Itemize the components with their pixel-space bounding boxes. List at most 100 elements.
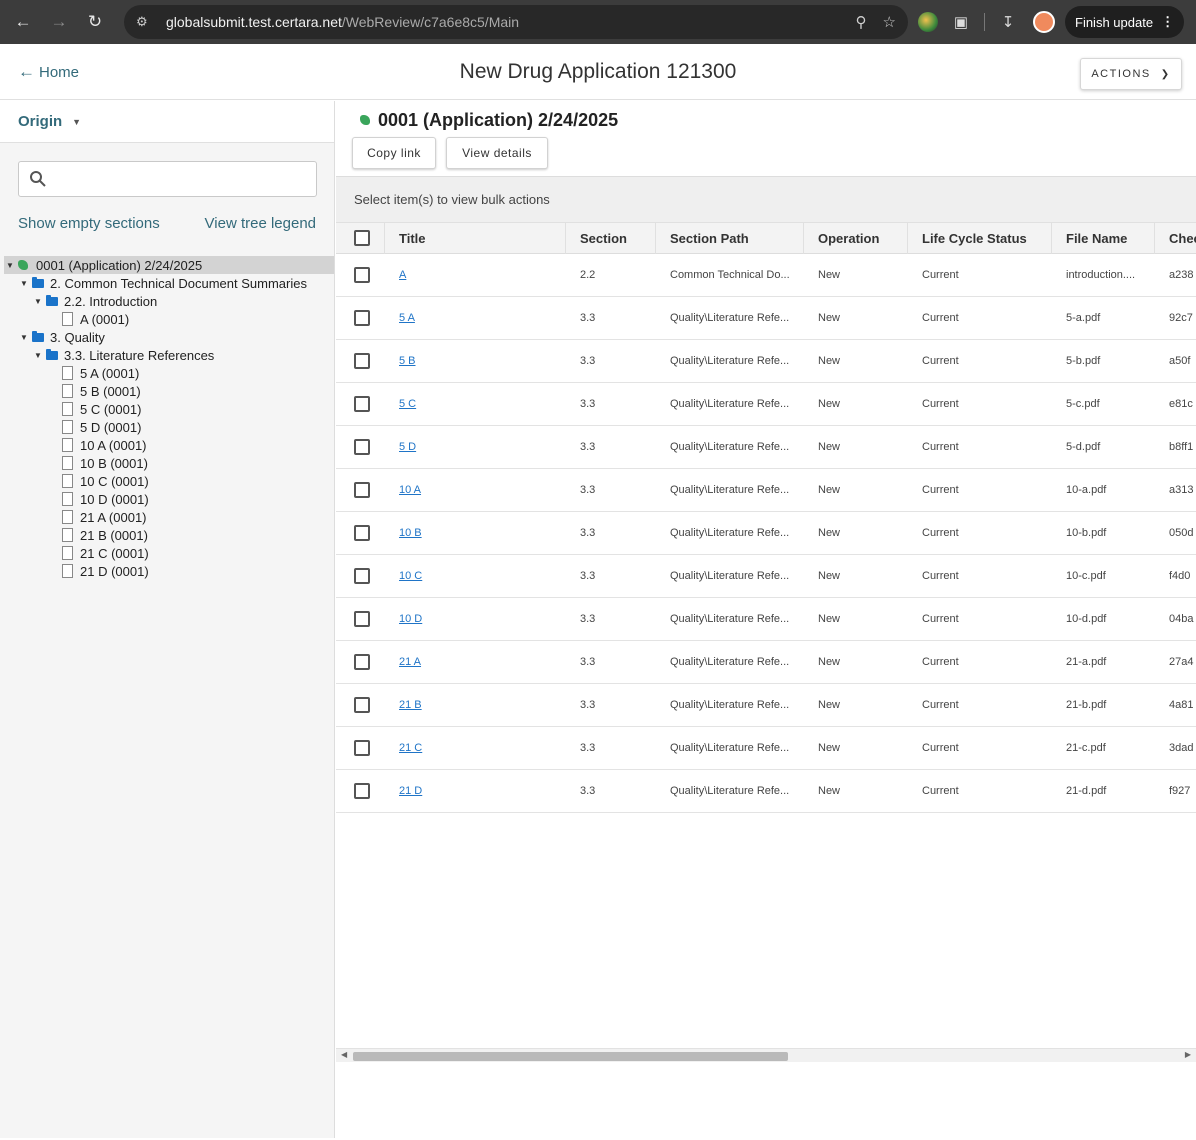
tree-node-document[interactable]: 10 B (0001) [0, 454, 334, 472]
table-row[interactable]: A 2.2 Common Technical Do... New Current intr… [336, 254, 1196, 297]
column-header-title[interactable]: Title [385, 222, 566, 254]
forward-icon[interactable]: → [44, 7, 74, 37]
tree-node-document[interactable]: 21 D (0001) [0, 562, 334, 580]
cell-text: New [818, 527, 841, 539]
finish-update-button[interactable]: Finish update ⋮ [1065, 6, 1185, 38]
row-checkbox[interactable] [354, 439, 370, 455]
tree-node-document[interactable]: 5 B (0001) [0, 382, 334, 400]
table-row[interactable]: 10 C 3.3 Quality\Literature Refe... New Curr… [336, 555, 1196, 598]
column-header-checksum[interactable]: Chec [1155, 222, 1196, 254]
document-title-link[interactable]: 21 A [399, 656, 421, 668]
show-empty-sections-link[interactable]: Show empty sections [18, 215, 160, 232]
tree-search-input[interactable] [18, 161, 317, 197]
tree-node-document[interactable]: 10 C (0001) [0, 472, 334, 490]
row-checkbox[interactable] [354, 525, 370, 541]
document-title-link[interactable]: 5 A [399, 312, 415, 324]
origin-dropdown[interactable]: Origin ▼ [0, 101, 334, 143]
tree-node-section[interactable]: ▼ 2.2. Introduction [0, 292, 334, 310]
profile-avatar[interactable] [1033, 11, 1055, 33]
tree-node-document[interactable]: 5 A (0001) [0, 364, 334, 382]
tree-node-section[interactable]: ▼ 2. Common Technical Document Summaries [0, 274, 334, 292]
reload-icon[interactable]: ↻ [80, 7, 110, 37]
tree-node-document[interactable]: 21 B (0001) [0, 526, 334, 544]
expand-toggle-icon[interactable]: ▼ [18, 333, 30, 342]
document-title-link[interactable]: 10 B [399, 527, 422, 539]
more-menu-icon[interactable]: ⋮ [1161, 14, 1174, 30]
download-icon[interactable]: ↧ [995, 9, 1021, 35]
row-checkbox[interactable] [354, 611, 370, 627]
expand-toggle-icon[interactable]: ▼ [32, 297, 44, 306]
document-title-link[interactable]: 5 D [399, 441, 416, 453]
view-tree-legend-link[interactable]: View tree legend [205, 215, 316, 232]
back-icon[interactable]: ← [8, 7, 38, 37]
document-title-link[interactable]: 10 C [399, 570, 422, 582]
table-row[interactable]: 5 D 3.3 Quality\Literature Refe... New Curre… [336, 426, 1196, 469]
document-title-link[interactable]: 5 C [399, 398, 416, 410]
column-header-section[interactable]: Section [566, 222, 656, 254]
row-checkbox[interactable] [354, 740, 370, 756]
home-label: Home [39, 63, 80, 81]
tree-node-document[interactable]: 5 C (0001) [0, 400, 334, 418]
row-checkbox[interactable] [354, 654, 370, 670]
column-header-file-name[interactable]: File Name [1052, 222, 1155, 254]
column-header-life-cycle-status[interactable]: Life Cycle Status [908, 222, 1052, 254]
tree-node-document[interactable]: 5 D (0001) [0, 418, 334, 436]
view-details-button[interactable]: View details [446, 137, 548, 169]
column-header-operation[interactable]: Operation [804, 222, 908, 254]
cell-section: 3.3 [566, 699, 656, 711]
document-title-link[interactable]: 21 C [399, 742, 422, 754]
extension-icon[interactable] [918, 12, 938, 32]
expand-toggle-icon[interactable]: ▼ [32, 351, 44, 360]
row-checkbox[interactable] [354, 267, 370, 283]
scroll-right-icon[interactable]: ▶ [1185, 1050, 1191, 1059]
scroll-left-icon[interactable]: ◀ [341, 1050, 347, 1059]
table-row[interactable]: 21 D 3.3 Quality\Literature Refe... New Curr… [336, 770, 1196, 813]
home-link[interactable]: ← Home [18, 62, 79, 82]
table-row[interactable]: 5 A 3.3 Quality\Literature Refe... New Curre… [336, 297, 1196, 340]
document-title-link[interactable]: 21 D [399, 785, 422, 797]
column-header-section-path[interactable]: Section Path [656, 222, 804, 254]
tree-node-document[interactable]: 10 A (0001) [0, 436, 334, 454]
tree-node-document[interactable]: 21 A (0001) [0, 508, 334, 526]
tree-node-document[interactable]: 10 D (0001) [0, 490, 334, 508]
table-row[interactable]: 10 B 3.3 Quality\Literature Refe... New Curr… [336, 512, 1196, 555]
tree-node-label: 21 D (0001) [80, 563, 149, 579]
tree-node-document[interactable]: 21 C (0001) [0, 544, 334, 562]
row-checkbox[interactable] [354, 482, 370, 498]
row-checkbox[interactable] [354, 783, 370, 799]
table-row[interactable]: 10 D 3.3 Quality\Literature Refe... New Curr… [336, 598, 1196, 641]
tree-node-section[interactable]: ▼ 3. Quality [0, 328, 334, 346]
document-title-link[interactable]: 10 D [399, 613, 422, 625]
row-checkbox[interactable] [354, 353, 370, 369]
document-title-link[interactable]: 5 B [399, 355, 416, 367]
scrollbar-thumb[interactable] [353, 1052, 788, 1061]
copy-link-button[interactable]: Copy link [352, 137, 436, 169]
row-checkbox[interactable] [354, 697, 370, 713]
bookmark-star-icon[interactable]: ☆ [883, 13, 896, 31]
table-row[interactable]: 5 B 3.3 Quality\Literature Refe... New Curre… [336, 340, 1196, 383]
row-checkbox[interactable] [354, 568, 370, 584]
table-row[interactable]: 21 A 3.3 Quality\Literature Refe... New Curr… [336, 641, 1196, 684]
table-row[interactable]: 21 B 3.3 Quality\Literature Refe... New Curr… [336, 684, 1196, 727]
document-icon [62, 510, 73, 524]
tree-node-document[interactable]: A (0001) [0, 310, 334, 328]
address-bar[interactable]: ⚙ globalsubmit.test.certara.net/WebRevie… [124, 5, 908, 39]
table-row[interactable]: 5 C 3.3 Quality\Literature Refe... New Curre… [336, 383, 1196, 426]
row-checkbox[interactable] [354, 396, 370, 412]
document-title-link[interactable]: 21 B [399, 699, 422, 711]
expand-toggle-icon[interactable]: ▼ [18, 279, 30, 288]
document-title-link[interactable]: 10 A [399, 484, 421, 496]
actions-button[interactable]: ACTIONS ❯ [1080, 58, 1182, 90]
extensions-puzzle-icon[interactable]: ▣ [948, 9, 974, 35]
horizontal-scrollbar[interactable]: ◀ ▶ [336, 1048, 1196, 1062]
row-checkbox[interactable] [354, 310, 370, 326]
table-row[interactable]: 10 A 3.3 Quality\Literature Refe... New Curr… [336, 469, 1196, 512]
expand-toggle-icon[interactable]: ▼ [4, 261, 16, 270]
select-all-checkbox[interactable] [354, 230, 370, 246]
tree-node-section[interactable]: ▼ 3.3. Literature References [0, 346, 334, 364]
tree-node-application[interactable]: ▼ 0001 (Application) 2/24/2025 [4, 256, 334, 274]
table-row[interactable]: 21 C 3.3 Quality\Literature Refe... New Curr… [336, 727, 1196, 770]
document-title-link[interactable]: A [399, 269, 406, 281]
zoom-icon[interactable]: ⚲ [856, 13, 867, 31]
site-info-icon[interactable]: ⚙ [136, 14, 156, 30]
